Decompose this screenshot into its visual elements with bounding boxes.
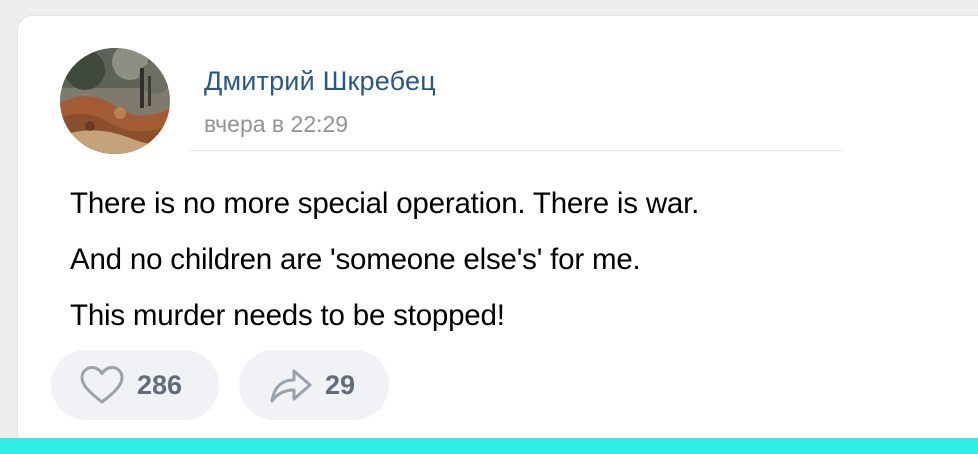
post-text-line: This murder needs to be stopped! [70,299,505,332]
share-button[interactable]: 29 [239,350,389,420]
author-avatar[interactable] [60,48,170,154]
like-button[interactable]: 286 [51,350,219,420]
header-divider [190,150,842,151]
heart-icon [79,365,125,405]
post-text-line: There is no more special operation. Ther… [70,187,700,220]
nature-photo-icon [60,48,170,154]
author-name-link[interactable]: Дмитрий Шкребец [204,66,436,97]
post-text: There is no more special operation. Ther… [70,176,699,344]
share-arrow-icon [269,366,313,404]
post-text-line: And no children are 'someone else's' for… [70,243,641,276]
post-card: Дмитрий Шкребец вчера в 22:29 There is n… [18,16,978,438]
share-count: 29 [325,369,356,400]
post-timestamp[interactable]: вчера в 22:29 [204,111,348,138]
like-count: 286 [137,369,183,400]
bottom-accent-bar [0,438,978,454]
